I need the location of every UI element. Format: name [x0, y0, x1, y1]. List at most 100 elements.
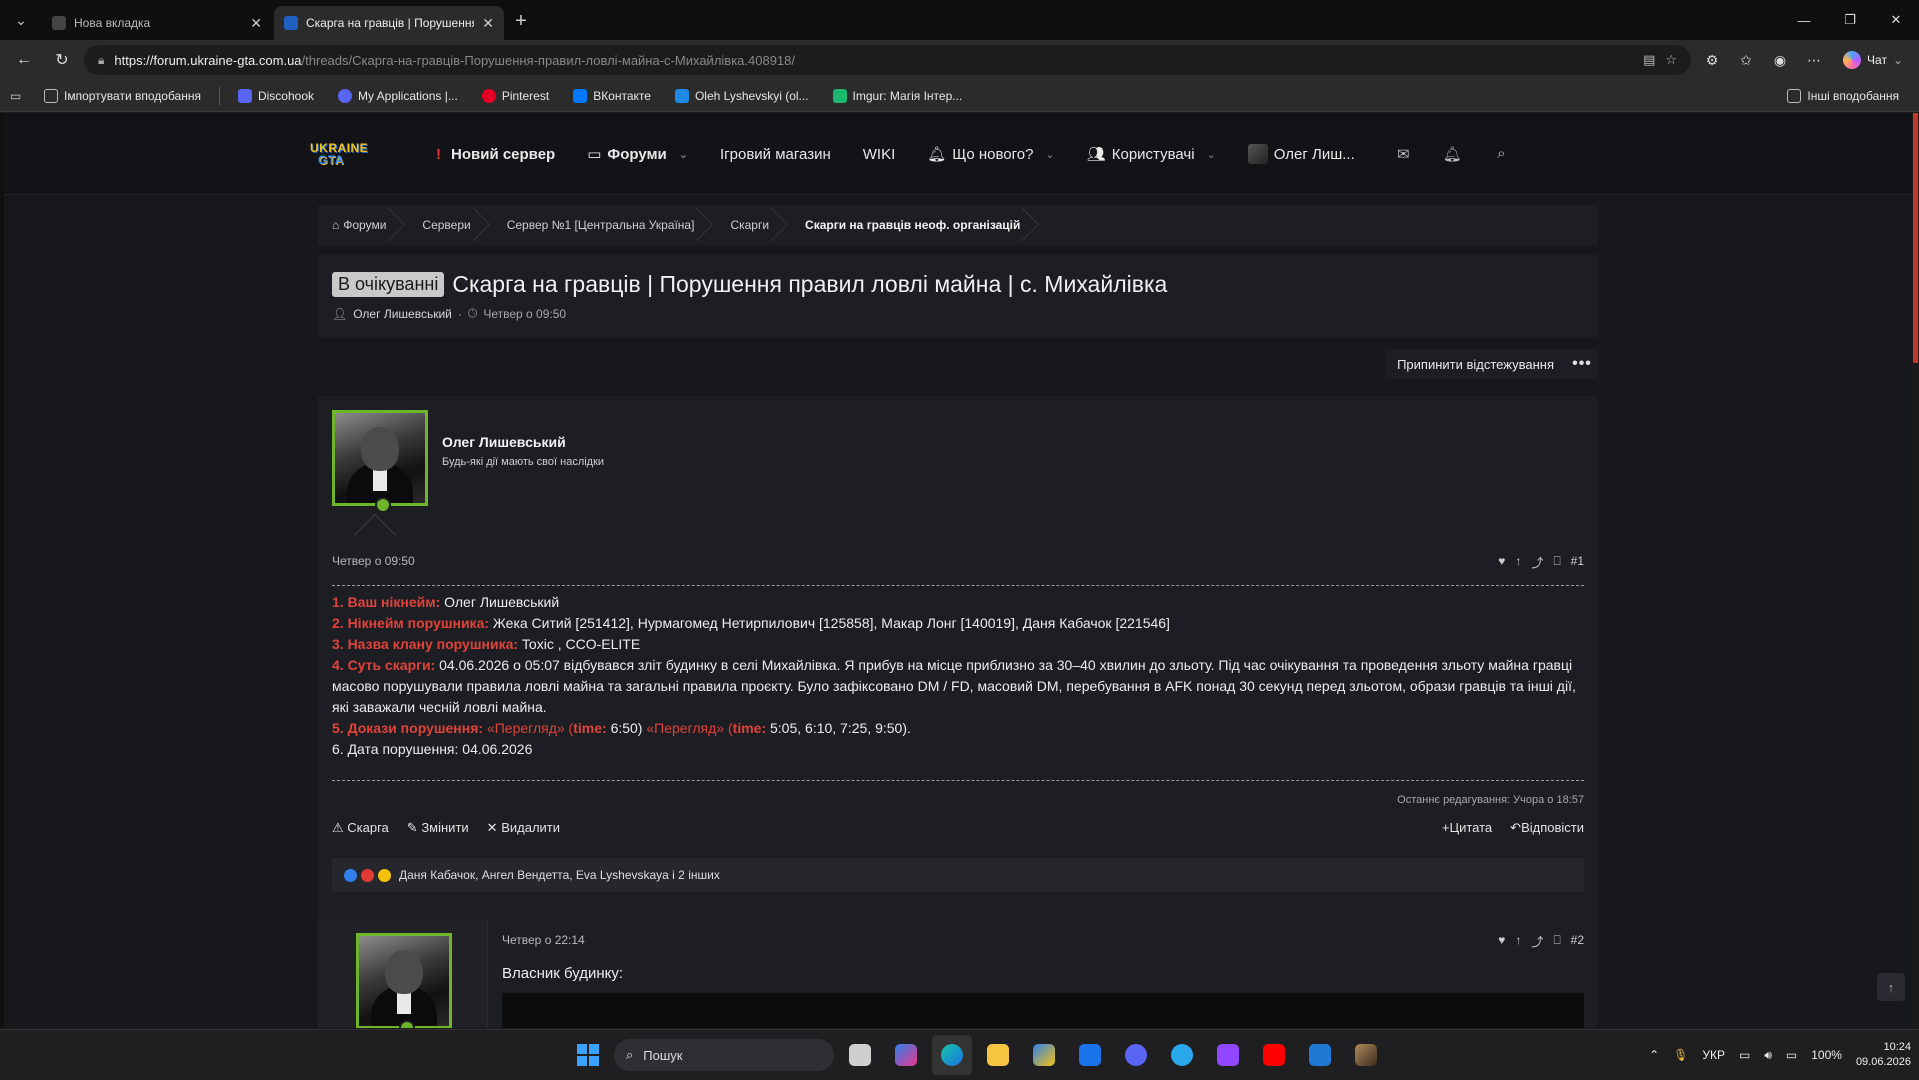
close-tab-icon[interactable]: ✕	[250, 15, 262, 32]
reply-button[interactable]: ↶Відповісти	[1510, 820, 1584, 836]
battery-icon[interactable]: ▭	[1786, 1048, 1797, 1062]
microsoft-365-icon[interactable]	[886, 1035, 926, 1075]
react-icon[interactable]: ♥	[1498, 933, 1505, 950]
task-view-icon[interactable]	[840, 1035, 880, 1075]
reader-mode-icon[interactable]: ▤	[1643, 52, 1655, 68]
twitch-icon[interactable]	[1208, 1035, 1248, 1075]
bookmark-discohook[interactable]: Discohook	[228, 83, 324, 109]
post-date[interactable]: Четвер о 22:14	[502, 933, 585, 950]
bookmark-pinterest[interactable]: Pinterest	[472, 83, 559, 109]
favorites-icon[interactable]: ✩	[1731, 45, 1761, 75]
thread-prefix-badge[interactable]: В очікуванні	[332, 272, 445, 297]
more-menu-icon[interactable]: ⋯	[1799, 45, 1829, 75]
react-icon[interactable]: ♥	[1498, 554, 1505, 571]
evidence-link-2[interactable]: «Перегляд»	[646, 720, 724, 736]
network-icon[interactable]: ▭	[1739, 1048, 1750, 1062]
tab-new-tab[interactable]: Нова вкладка ✕	[42, 6, 272, 40]
clock[interactable]: 10:24 09.06.2026	[1856, 1040, 1911, 1070]
share-icon[interactable]: ⤴	[1531, 933, 1543, 950]
site-info-icon[interactable]: 🔒︎	[98, 53, 104, 68]
close-window-icon[interactable]: ✕	[1873, 12, 1919, 28]
nav-wiki[interactable]: WIKI	[847, 113, 912, 195]
search-icon[interactable]: ⌕	[1477, 145, 1526, 163]
reload-icon[interactable]: ↻	[46, 44, 78, 76]
upvote-icon[interactable]: ↑	[1515, 554, 1521, 571]
vscode-icon[interactable]	[1300, 1035, 1340, 1075]
evidence-link-1[interactable]: «Перегляд»	[487, 720, 565, 736]
extensions-icon[interactable]: ⚙	[1697, 45, 1727, 75]
tab-actions-menu-icon[interactable]: ⌄	[6, 5, 36, 35]
back-icon[interactable]: ←	[8, 44, 40, 76]
mail-icon[interactable]	[1070, 1035, 1110, 1075]
more-actions-icon[interactable]: •••	[1566, 349, 1598, 379]
microsoft-store-icon[interactable]	[1024, 1035, 1064, 1075]
avatar[interactable]	[356, 933, 452, 1028]
minimize-icon[interactable]: —	[1781, 13, 1827, 28]
thread-author[interactable]: Олег Лишевський	[353, 307, 452, 321]
nav-shop[interactable]: Ігровий магазин	[704, 113, 847, 195]
nav-new-server[interactable]: ! Новий сервер	[420, 113, 571, 195]
taskbar-search[interactable]: ⌕ Пошук	[614, 1039, 834, 1071]
thread-date[interactable]: Четвер о 09:50	[483, 307, 566, 321]
breadcrumb-server-1[interactable]: Сервер №1 [Центральна Україна]	[495, 205, 719, 245]
quote-button[interactable]: +Цитата	[1442, 820, 1492, 836]
reactions-text[interactable]: Даня Кабачок, Ангел Вендетта, Eva Lyshev…	[399, 868, 720, 882]
edge-browser-icon[interactable]	[932, 1035, 972, 1075]
breadcrumb-complaints[interactable]: Скарги	[718, 205, 793, 245]
chevron-down-icon[interactable]: ⌄	[679, 148, 688, 161]
chevron-down-icon[interactable]: ⌄	[1045, 148, 1054, 161]
bookmark-import[interactable]: Імпортувати вподобання	[34, 83, 211, 109]
restore-icon[interactable]: ❐	[1827, 12, 1873, 28]
unwatch-button[interactable]: Припинити відстежування	[1385, 349, 1566, 379]
other-bookmarks[interactable]: Інші вподобання	[1777, 83, 1909, 109]
post-username[interactable]: Олег Лишевський	[442, 434, 604, 450]
embedded-video[interactable]	[502, 993, 1584, 1028]
site-logo[interactable]: UKRAINE GTA	[310, 136, 374, 172]
breadcrumb-servers[interactable]: Сервери	[410, 205, 494, 245]
telegram-icon[interactable]	[1162, 1035, 1202, 1075]
post-number[interactable]: #1	[1571, 554, 1584, 571]
notification-bell-icon[interactable]: 🔔︎	[1428, 145, 1477, 163]
new-tab-button[interactable]: +	[506, 6, 536, 36]
address-bar[interactable]: 🔒︎ https://forum.ukraine-gta.com.ua/thre…	[84, 45, 1692, 75]
reactions-bar[interactable]: Даня Кабачок, Ангел Вендетта, Eva Lyshev…	[332, 858, 1584, 892]
sidebar-toggle-icon[interactable]: ▭	[10, 89, 30, 103]
copilot-chat-button[interactable]: Чат ⌄	[1835, 51, 1911, 69]
report-button[interactable]: ⚠ Скарга	[332, 820, 389, 836]
post-number[interactable]: #2	[1571, 933, 1584, 950]
scroll-to-top-button[interactable]: ↑	[1877, 973, 1905, 1001]
avatar[interactable]	[332, 410, 428, 513]
bookmark-my-applications[interactable]: My Applications |...	[328, 83, 468, 109]
nav-forums[interactable]: ▭ Форуми ⌄	[571, 113, 704, 195]
profile-icon[interactable]: ◉	[1765, 45, 1795, 75]
share-icon[interactable]: ⤴	[1531, 554, 1543, 571]
page-scrollbar[interactable]	[1912, 113, 1919, 1028]
start-button[interactable]	[568, 1035, 608, 1075]
nav-users[interactable]: 👥︎ Користувачі ⌄	[1071, 113, 1232, 195]
language-indicator[interactable]: УКР	[1702, 1048, 1725, 1062]
breadcrumb-forums[interactable]: ⌂ Форуми	[332, 205, 410, 245]
nav-whats-new[interactable]: 🔔︎ Що нового? ⌄	[911, 113, 1070, 195]
scrollbar-thumb[interactable]	[1913, 113, 1918, 363]
tab-forum-thread[interactable]: Скарга на гравців | Порушення п ✕	[274, 6, 504, 40]
bookmark-icon[interactable]: ⎕	[1553, 554, 1560, 571]
youtube-icon[interactable]	[1254, 1035, 1294, 1075]
upvote-icon[interactable]: ↑	[1515, 933, 1521, 950]
envelope-icon[interactable]: ✉	[1379, 145, 1428, 163]
bookmark-oleh[interactable]: Oleh Lyshevskyi (ol...	[665, 83, 819, 109]
close-tab-icon[interactable]: ✕	[482, 15, 494, 32]
file-explorer-icon[interactable]	[978, 1035, 1018, 1075]
delete-button[interactable]: ✕ Видалити	[487, 820, 560, 836]
bookmark-imgur[interactable]: Imgur: Магія Інтер...	[823, 83, 973, 109]
favorite-star-icon[interactable]: ☆	[1665, 52, 1677, 68]
chevron-up-icon[interactable]: ⌃	[1649, 1048, 1659, 1062]
bookmark-icon[interactable]: ⎕	[1553, 933, 1560, 950]
nav-account[interactable]: Олег Лиш...	[1232, 113, 1371, 195]
app-avatar-icon[interactable]	[1346, 1035, 1386, 1075]
last-edited[interactable]: Останнє редагування: Учора о 18:57	[1397, 794, 1584, 806]
microphone-icon[interactable]: 🎙︎	[1673, 1048, 1688, 1062]
volume-icon[interactable]: 🔊︎	[1764, 1048, 1772, 1063]
discord-icon[interactable]	[1116, 1035, 1156, 1075]
post-date[interactable]: Четвер о 09:50	[332, 554, 415, 571]
edit-button[interactable]: ✎ Змінити	[407, 820, 469, 836]
